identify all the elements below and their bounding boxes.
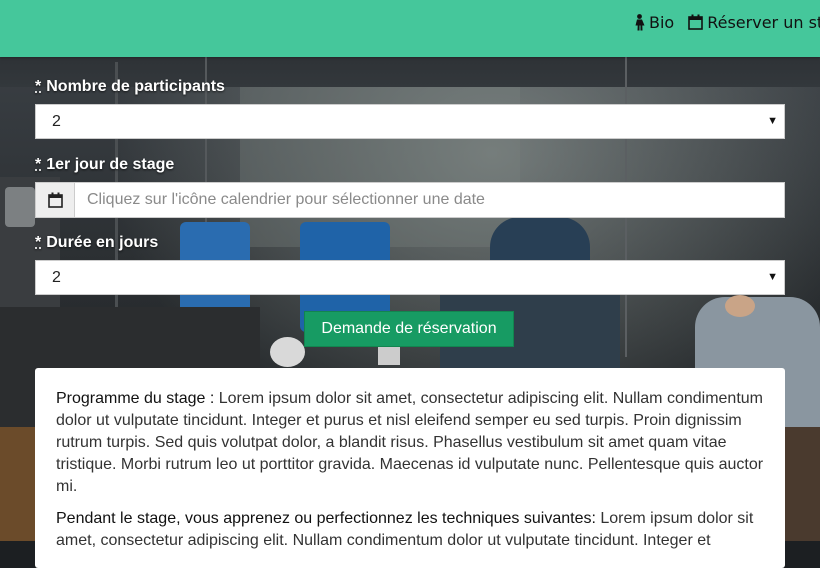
calendar-icon [688, 14, 704, 30]
paragraph-lead: Programme du stage : [56, 390, 219, 407]
first-day-label: * 1er jour de stage [35, 156, 174, 174]
female-icon [635, 13, 645, 30]
caret-down-icon: ▼ [767, 271, 778, 283]
required-mark: * [35, 234, 42, 251]
program-description: Programme du stage : Lorem ipsum dolor s… [35, 368, 785, 568]
caret-down-icon: ▼ [767, 115, 778, 127]
select-value: 2 [52, 112, 61, 130]
main-nav: Bio Réserver un st [634, 0, 820, 44]
reservation-request-button[interactable]: Demande de réservation [304, 311, 514, 347]
label-text: Durée en jours [46, 234, 159, 251]
required-mark: * [35, 156, 42, 173]
date-input-group [35, 182, 785, 218]
duration-select[interactable]: 2 ▼ [35, 260, 785, 295]
select-value: 2 [52, 268, 61, 286]
nav-item-label: Bio [649, 12, 675, 32]
participants-select[interactable]: 2 ▼ [35, 104, 785, 139]
top-navbar: Bio Réserver un st [0, 0, 820, 57]
participants-label: * Nombre de participants [35, 78, 225, 96]
first-day-input[interactable] [75, 182, 785, 218]
nav-item-bio[interactable]: Bio [634, 13, 674, 32]
calendar-icon [47, 192, 63, 208]
nav-item-reserver[interactable]: Réserver un st [688, 13, 820, 32]
calendar-button[interactable] [35, 182, 75, 218]
paragraph-lead: Pendant le stage, vous apprenez ou perfe… [56, 510, 601, 527]
label-text: Nombre de participants [46, 78, 225, 95]
nav-item-label: Réserver un st [707, 12, 820, 32]
techniques-paragraph: Pendant le stage, vous apprenez ou perfe… [56, 508, 765, 552]
program-paragraph: Programme du stage : Lorem ipsum dolor s… [56, 388, 765, 498]
duration-label: * Durée en jours [35, 234, 158, 252]
label-text: 1er jour de stage [46, 156, 175, 173]
required-mark: * [35, 78, 42, 95]
